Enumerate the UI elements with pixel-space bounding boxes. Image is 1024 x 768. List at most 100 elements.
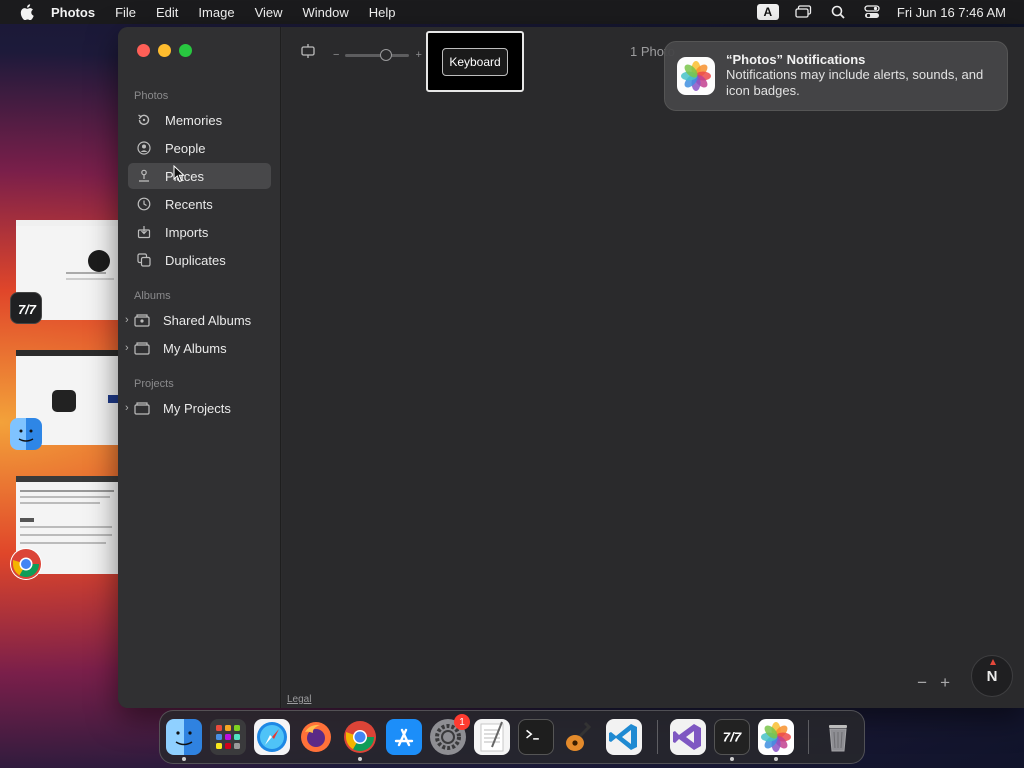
fullscreen-window-button[interactable] — [179, 44, 192, 57]
dock-visual-studio-icon[interactable] — [670, 719, 706, 755]
photos-app-icon — [677, 57, 715, 95]
dock-textedit-icon[interactable] — [474, 719, 510, 755]
running-indicator — [774, 757, 778, 761]
dock: 1 7/7 — [159, 710, 865, 764]
places-icon — [136, 168, 152, 184]
notification-body: Notifications may include alerts, sounds… — [726, 67, 984, 98]
menu-help[interactable]: Help — [369, 5, 396, 20]
photos-window: Photos Memories People Places Recents Im… — [118, 27, 1024, 708]
dock-remote-app-icon[interactable]: 7/7 — [714, 719, 750, 755]
input-source-indicator[interactable]: A — [756, 4, 779, 20]
remote-app-icon[interactable]: 7/7 — [10, 292, 42, 324]
map-zoom-in-button[interactable]: + — [940, 673, 950, 693]
sidebar-item-people[interactable]: People — [128, 135, 271, 161]
compass-north-label: N — [986, 667, 998, 685]
notification-badge: 1 — [454, 714, 470, 730]
menu-bar: Photos File Edit Image View Window Help … — [0, 0, 1024, 24]
imports-icon — [136, 224, 152, 240]
zoom-plus-label: + — [415, 49, 422, 61]
dock-separator — [657, 720, 658, 754]
sidebar-item-label: Imports — [165, 224, 209, 240]
sidebar-item-my-projects[interactable]: › My Projects — [125, 395, 271, 421]
sidebar-item-label: My Projects — [163, 400, 231, 416]
dock-photos-icon[interactable] — [758, 719, 794, 755]
sidebar-item-places[interactable]: Places — [128, 163, 271, 189]
dock-vscode-icon[interactable] — [606, 719, 642, 755]
section-title-projects[interactable]: Projects — [134, 378, 174, 390]
people-icon — [136, 140, 152, 156]
folder-icon — [134, 340, 150, 356]
close-window-button[interactable] — [137, 44, 150, 57]
menu-app-photos[interactable]: Photos — [51, 5, 95, 20]
disclosure-chevron-icon[interactable]: › — [125, 402, 129, 414]
menu-image[interactable]: Image — [198, 5, 234, 20]
apple-menu-icon[interactable] — [19, 4, 35, 20]
sidebar-item-memories[interactable]: Memories — [128, 107, 271, 133]
menu-window[interactable]: Window — [303, 5, 349, 20]
dock-launchpad-icon[interactable] — [210, 719, 246, 755]
disclosure-chevron-icon[interactable]: › — [125, 314, 129, 326]
sidebar-item-label: Shared Albums — [163, 312, 252, 328]
app-logo-icon — [52, 390, 76, 412]
compass-needle-icon — [990, 659, 996, 665]
running-indicator — [358, 757, 362, 761]
keyboard-tooltip: Keyboard — [426, 31, 524, 92]
app-logo-icon — [88, 250, 110, 272]
control-center-icon[interactable] — [863, 4, 881, 20]
dock-finder-icon[interactable] — [166, 719, 202, 755]
running-indicator — [730, 757, 734, 761]
dock-system-settings-icon[interactable]: 1 — [430, 714, 470, 755]
dock-trash-icon[interactable] — [820, 719, 856, 755]
dock-chrome-icon[interactable] — [342, 719, 378, 755]
folder-icon — [134, 400, 150, 416]
legal-link[interactable]: Legal — [287, 694, 311, 705]
menu-file[interactable]: File — [115, 5, 136, 20]
aspect-ratio-icon[interactable] — [300, 43, 316, 59]
map-content-area[interactable]: − + 1 Photo Legal − + N — [282, 27, 1024, 708]
disclosure-chevron-icon[interactable]: › — [125, 342, 129, 354]
mouse-cursor-icon — [173, 165, 185, 183]
section-title-albums[interactable]: Albums — [134, 290, 171, 302]
memories-icon — [136, 112, 152, 128]
sidebar-item-imports[interactable]: Imports — [128, 219, 271, 245]
dock-separator — [808, 720, 809, 754]
notification-title: “Photos” Notifications — [726, 52, 866, 67]
zoom-slider-knob[interactable] — [380, 48, 393, 61]
sidebar-item-recents[interactable]: Recents — [128, 191, 271, 217]
dock-terminal-icon[interactable] — [518, 719, 554, 755]
zoom-slider-track[interactable] — [345, 48, 410, 61]
chrome-icon[interactable] — [10, 548, 42, 580]
sidebar-item-duplicates[interactable]: Duplicates — [128, 247, 271, 273]
map-zoom-out-button[interactable]: − — [917, 673, 927, 693]
recents-icon — [136, 196, 152, 212]
sidebar-item-label: Duplicates — [165, 252, 226, 268]
menu-view[interactable]: View — [255, 5, 283, 20]
sidebar-item-label: My Albums — [163, 340, 227, 356]
duplicates-icon — [136, 252, 152, 268]
running-indicator — [182, 757, 186, 761]
thumbnail-zoom-slider[interactable]: − + — [333, 48, 422, 61]
sidebar-item-label: Recents — [165, 196, 213, 212]
dock-safari-icon[interactable] — [254, 719, 290, 755]
keyboard-tooltip-label: Keyboard — [442, 47, 508, 76]
dock-garageband-icon[interactable] — [562, 719, 598, 755]
minimize-window-button[interactable] — [158, 44, 171, 57]
menubar-clock[interactable]: Fri Jun 16 7:46 AM — [897, 5, 1006, 20]
shared-albums-icon — [134, 312, 150, 328]
spotlight-search-icon[interactable] — [829, 4, 847, 20]
dock-app-store-icon[interactable] — [386, 719, 422, 755]
window-controls — [137, 44, 192, 57]
dock-firefox-icon[interactable] — [298, 719, 334, 755]
svg-text:7/7: 7/7 — [723, 730, 742, 745]
sidebar: Photos Memories People Places Recents Im… — [118, 27, 281, 708]
sidebar-item-shared-albums[interactable]: › Shared Albums — [125, 307, 271, 333]
sidebar-item-my-albums[interactable]: › My Albums — [125, 335, 271, 361]
map-compass[interactable]: N — [971, 655, 1013, 697]
finder-icon[interactable] — [10, 418, 42, 450]
svg-text:7/7: 7/7 — [18, 302, 37, 317]
screen-mirroring-icon[interactable] — [795, 4, 813, 20]
sidebar-item-label: Memories — [165, 112, 223, 128]
notification-banner[interactable]: “Photos” Notifications Notifications may… — [664, 41, 1008, 111]
menu-edit[interactable]: Edit — [156, 5, 178, 20]
section-title-photos[interactable]: Photos — [134, 90, 168, 102]
